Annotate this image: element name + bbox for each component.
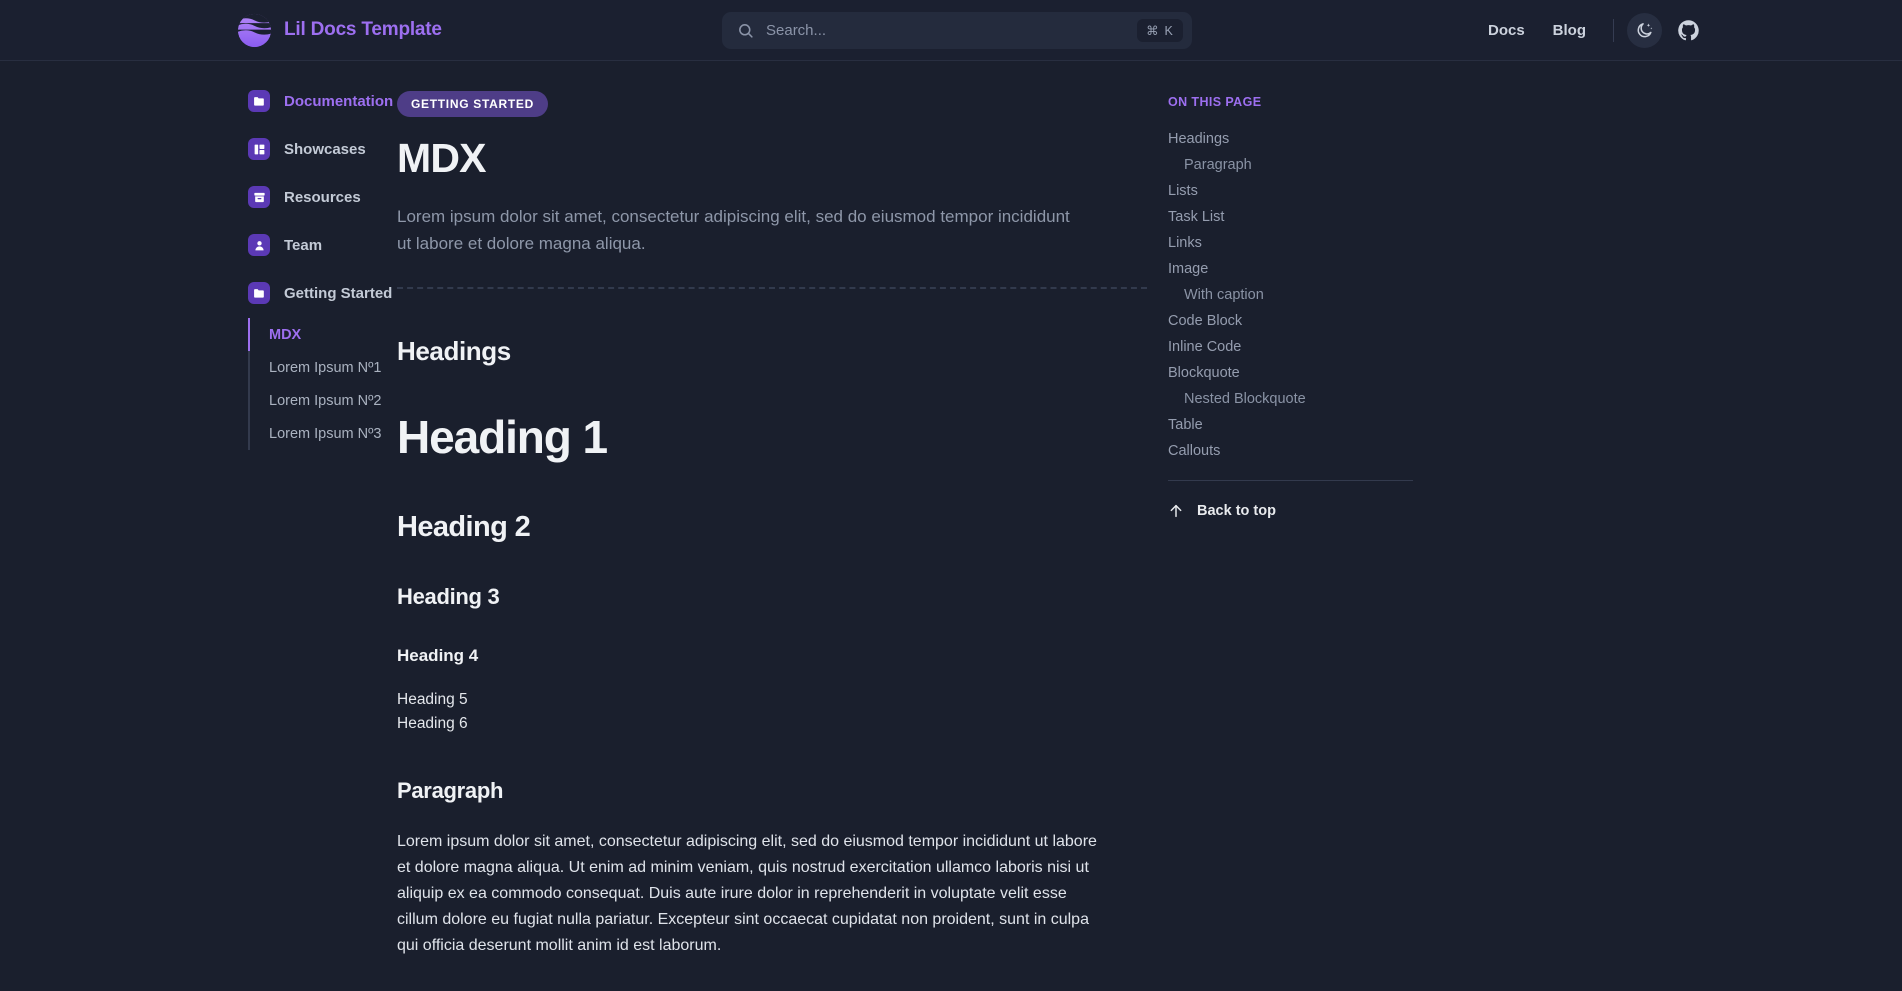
moon-sparkle-icon (1637, 22, 1653, 37)
toc-link-image[interactable]: Image (1168, 256, 1412, 282)
toc-link-callouts[interactable]: Callouts (1168, 438, 1412, 464)
toc-link-task-list[interactable]: Task List (1168, 204, 1412, 230)
arrow-up-icon (1170, 504, 1182, 518)
sidebar-item-documentation[interactable]: Documentation (248, 87, 393, 115)
toc-link-lists[interactable]: Lists (1168, 178, 1412, 204)
sample-heading-5: Heading 5 (397, 690, 468, 708)
sidebar-subitem-lorem-3[interactable]: Lorem Ipsum Nº3 (248, 417, 381, 450)
sidebar-item-resources[interactable]: Resources (248, 183, 361, 211)
header-nav: Docs Blog (1474, 12, 1706, 48)
sample-heading-6: Heading 6 (397, 714, 468, 732)
toc-link-headings[interactable]: Headings (1168, 126, 1412, 152)
sidebar-subitem-lorem-1[interactable]: Lorem Ipsum Nº1 (248, 351, 381, 384)
toc-link-blockquote[interactable]: Blockquote (1168, 360, 1412, 386)
sidebar-subitem-mdx[interactable]: MDX (248, 318, 302, 351)
theme-toggle-button[interactable] (1627, 12, 1662, 48)
toc-link-links[interactable]: Links (1168, 230, 1412, 256)
sample-heading-1: Heading 1 (397, 410, 608, 463)
status-badge: GETTING STARTED (397, 91, 548, 117)
toc-link-table[interactable]: Table (1168, 412, 1412, 438)
toc-link-nested-blockquote[interactable]: Nested Blockquote (1168, 386, 1412, 412)
page-layout: Documentation Showcases Resources Team G… (0, 61, 1902, 959)
sidebar-subitem-lorem-2[interactable]: Lorem Ipsum Nº2 (248, 384, 381, 417)
toc-link-inline-code[interactable]: Inline Code (1168, 334, 1412, 360)
search-shortcut-badge: ⌘ K (1137, 18, 1183, 42)
sidebar-nav: Documentation Showcases Resources Team G… (0, 61, 393, 450)
section-heading-paragraph: Paragraph (397, 777, 504, 803)
folder-filled-icon (248, 282, 270, 304)
layout-panels-icon (248, 138, 270, 160)
section-heading-headings: Headings (397, 335, 511, 366)
back-to-top-button[interactable]: Back to top (1168, 503, 1412, 519)
search-input[interactable]: Search... ⌘ K (722, 11, 1192, 49)
sample-heading-4: Heading 4 (397, 645, 479, 665)
main-content: GETTING STARTED MDX Lorem ipsum dolor si… (302, 61, 1147, 959)
archive-box-icon (248, 186, 270, 208)
toc-link-paragraph[interactable]: Paragraph (1168, 152, 1412, 178)
sidebar-item-team[interactable]: Team (248, 231, 322, 259)
search-placeholder: Search... (766, 21, 827, 39)
paragraph-body: Lorem ipsum dolor sit amet, consectetur … (397, 832, 1097, 955)
table-of-contents: ON THIS PAGE Headings Paragraph Lists Ta… (1112, 61, 1413, 519)
page-title: MDX (397, 135, 487, 181)
sidebar-item-getting-started[interactable]: Getting Started (248, 279, 392, 307)
sample-heading-2: Heading 2 (397, 510, 531, 543)
brand-logo-link[interactable]: Lil Docs Template (236, 12, 442, 49)
section-divider (397, 286, 1147, 289)
toc-link-code-block[interactable]: Code Block (1168, 308, 1412, 334)
toc-list: Headings Paragraph Lists Task List Links… (1168, 126, 1412, 464)
search-icon (739, 23, 753, 38)
sample-heading-3: Heading 3 (397, 583, 500, 609)
site-header: Lil Docs Template Search... ⌘ K Docs Blo… (0, 0, 1902, 61)
toc-link-with-caption[interactable]: With caption (1168, 282, 1412, 308)
page-intro: Lorem ipsum dolor sit amet, consectetur … (397, 207, 1070, 253)
github-icon (1678, 19, 1699, 40)
user-icon (248, 234, 270, 256)
folder-icon (248, 90, 270, 112)
sidebar-item-showcases[interactable]: Showcases (248, 135, 366, 163)
nav-link-blog[interactable]: Blog (1539, 22, 1600, 39)
sidebar-sublist: MDX Lorem Ipsum Nº1 Lorem Ipsum Nº2 Lore… (248, 318, 381, 450)
toc-title: ON THIS PAGE (1168, 95, 1262, 109)
github-link-button[interactable] (1671, 13, 1706, 48)
back-to-top-label: Back to top (1197, 503, 1276, 519)
sidebar-subitem-label: MDX (269, 326, 302, 343)
wave-circle-logo-icon (237, 13, 272, 47)
brand-name: Lil Docs Template (284, 19, 442, 40)
nav-link-docs[interactable]: Docs (1474, 22, 1539, 39)
toc-separator (1168, 480, 1413, 481)
nav-divider (1613, 18, 1614, 42)
